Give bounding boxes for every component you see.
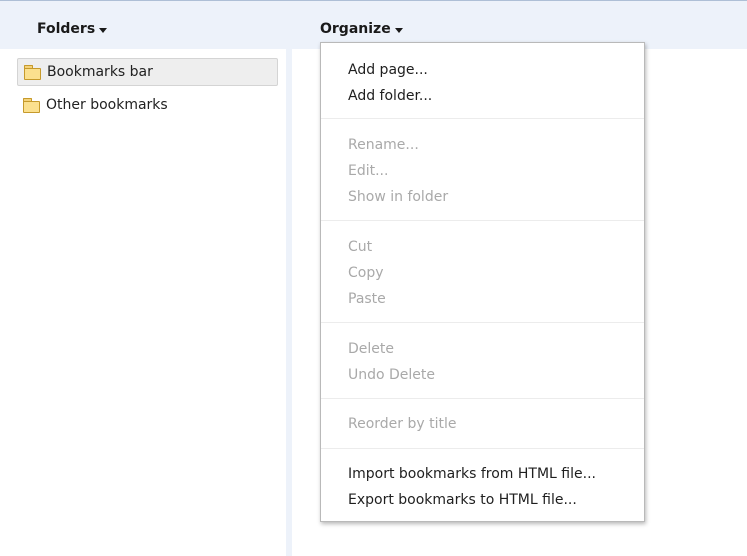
folder-label: Other bookmarks [46, 97, 168, 113]
menu-item-cut: Cut [348, 239, 373, 255]
folder-item-other-bookmarks[interactable]: Other bookmarks [17, 91, 278, 119]
organize-dropdown-menu: Add page... Add folder... Rename... Edit… [320, 42, 645, 522]
menu-item-reorder-by-title: Reorder by title [348, 416, 457, 432]
bookmark-manager: Folders Organize Bookmarks bar Other boo… [0, 0, 747, 556]
organize-menu-label: Organize [320, 21, 391, 37]
folder-item-bookmarks-bar[interactable]: Bookmarks bar [17, 58, 278, 86]
menu-item-rename: Rename... [348, 137, 419, 153]
organize-menu-button[interactable]: Organize [320, 20, 403, 38]
folder-icon [22, 98, 40, 113]
menu-separator [321, 322, 644, 323]
menu-item-paste: Paste [348, 291, 386, 307]
menu-item-copy: Copy [348, 265, 384, 281]
folder-tree: Bookmarks bar Other bookmarks [0, 49, 286, 556]
caret-down-icon [394, 27, 403, 33]
menu-item-export-bookmarks[interactable]: Export bookmarks to HTML file... [348, 489, 577, 511]
folders-menu-label: Folders [37, 21, 96, 37]
menu-item-show-in-folder: Show in folder [348, 189, 449, 205]
folder-label: Bookmarks bar [47, 64, 153, 80]
menu-separator [321, 220, 644, 221]
menu-separator [321, 448, 644, 449]
caret-down-icon [99, 27, 108, 33]
menu-item-delete: Delete [348, 341, 394, 357]
folders-menu-button[interactable]: Folders [37, 20, 108, 38]
menu-item-import-bookmarks[interactable]: Import bookmarks from HTML file... [348, 463, 596, 485]
menu-separator [321, 398, 644, 399]
menu-item-add-page[interactable]: Add page... [348, 59, 428, 81]
menu-item-undo-delete: Undo Delete [348, 367, 436, 383]
menu-item-add-folder[interactable]: Add folder... [348, 85, 432, 107]
folder-icon [23, 65, 41, 80]
menu-item-edit: Edit... [348, 163, 389, 179]
menu-separator [321, 118, 644, 119]
